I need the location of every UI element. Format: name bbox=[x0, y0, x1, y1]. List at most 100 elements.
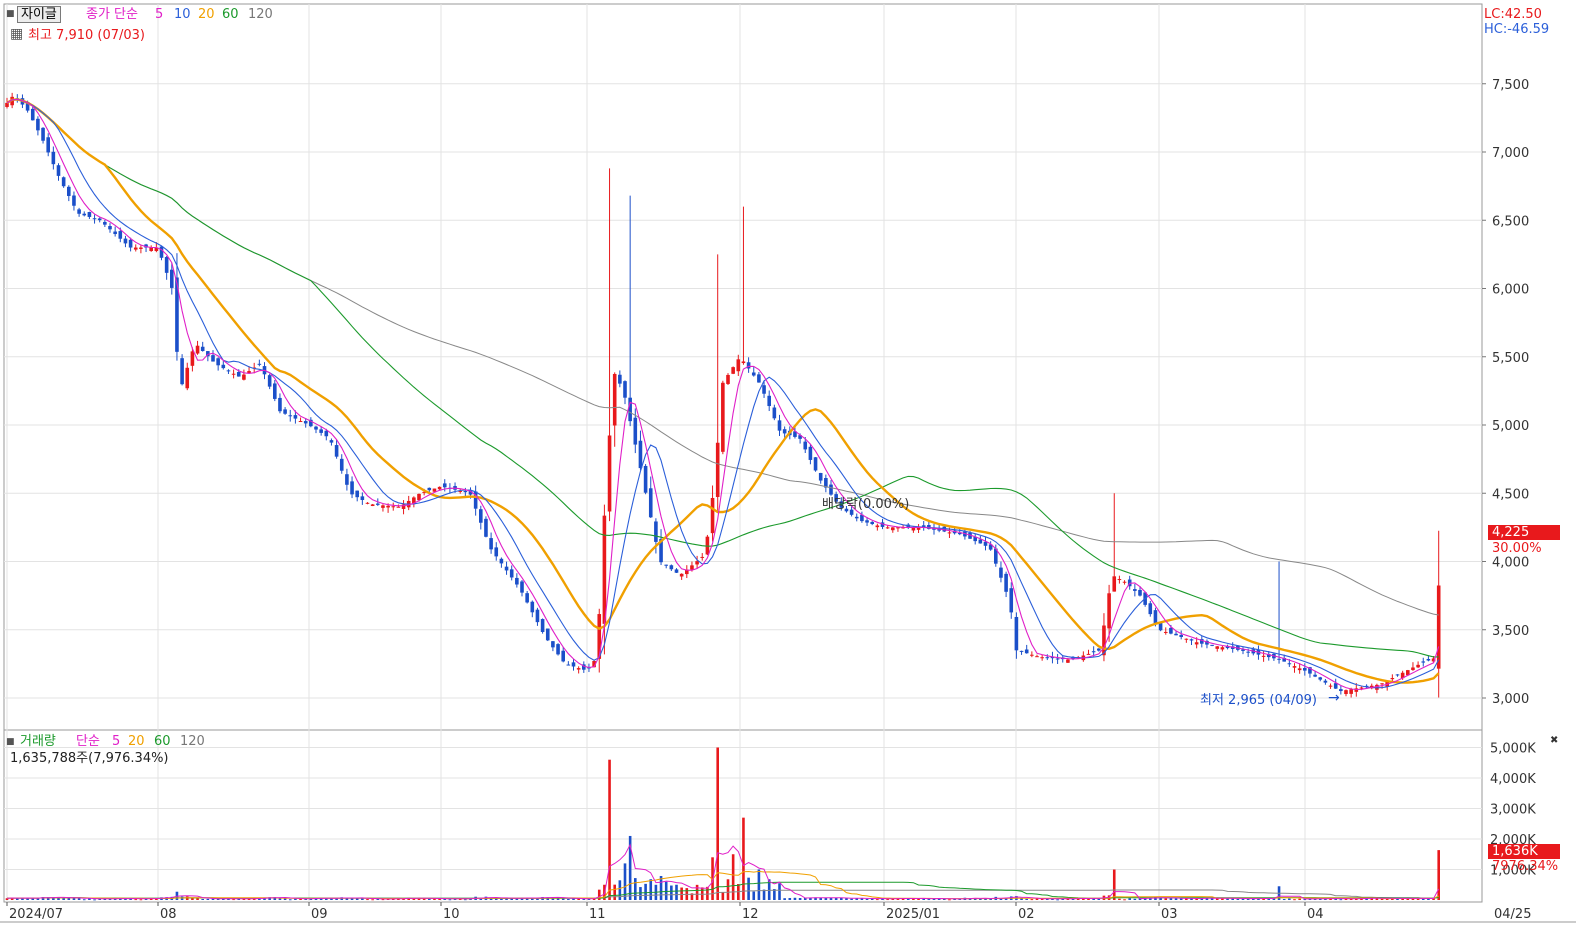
price-tick-label: 3,000 bbox=[1492, 692, 1529, 707]
vol-ma60-label: 60 bbox=[154, 734, 171, 749]
volume-bar bbox=[783, 898, 786, 900]
volume-bar bbox=[649, 879, 653, 900]
time-tick-label: 2025/01 bbox=[886, 907, 940, 922]
time-tick-label: 02 bbox=[1018, 907, 1035, 922]
candle-body bbox=[432, 488, 437, 492]
candle-body bbox=[159, 246, 164, 258]
candle-body bbox=[515, 577, 519, 585]
low-arrow-icon: → bbox=[1328, 690, 1340, 706]
candle-body bbox=[1086, 653, 1091, 655]
candle-body bbox=[200, 346, 205, 351]
candle-body bbox=[1163, 631, 1168, 633]
volume-bar bbox=[500, 898, 503, 900]
candle-body bbox=[1333, 683, 1338, 689]
volume-bar bbox=[742, 817, 745, 900]
volume-bar bbox=[464, 899, 467, 901]
candle-body bbox=[1287, 663, 1292, 665]
volume-bar bbox=[716, 747, 719, 900]
candle-body bbox=[370, 504, 375, 507]
volume-close-icon[interactable]: ✖ bbox=[1550, 733, 1558, 748]
candle-body bbox=[87, 212, 92, 217]
candle-body bbox=[551, 641, 555, 648]
candle-body bbox=[885, 527, 890, 529]
candle-body bbox=[298, 421, 303, 423]
candle-body bbox=[803, 441, 808, 450]
candle-body bbox=[1411, 667, 1415, 671]
candle-body bbox=[293, 415, 298, 419]
volume-bar bbox=[196, 898, 199, 900]
candle-body bbox=[355, 490, 359, 498]
current-change: 30.00% bbox=[1492, 541, 1542, 556]
volume-bar bbox=[1030, 899, 1034, 901]
volume-bar bbox=[1133, 898, 1137, 900]
volume-bar bbox=[1118, 898, 1121, 900]
ma20-label: 20 bbox=[198, 7, 215, 22]
candle-body bbox=[1040, 657, 1044, 659]
candle-body bbox=[602, 515, 607, 624]
volume-bar bbox=[613, 884, 616, 900]
volume-bar bbox=[726, 879, 730, 900]
volume-bar bbox=[834, 897, 838, 900]
candle-body bbox=[1189, 639, 1194, 641]
time-tick-label: 04 bbox=[1307, 907, 1324, 922]
indicator-button[interactable]: 자이글 bbox=[17, 6, 61, 23]
volume-bar bbox=[876, 899, 879, 901]
candle-body bbox=[417, 493, 421, 501]
volume-bar bbox=[448, 899, 452, 901]
candle-body bbox=[1179, 634, 1183, 637]
volume-bar bbox=[366, 899, 369, 901]
volume-bar bbox=[206, 898, 210, 900]
table-icon[interactable]: ▦ bbox=[10, 27, 23, 42]
candle-body bbox=[715, 442, 720, 498]
candle-body bbox=[1117, 579, 1122, 581]
volume-bar bbox=[345, 898, 349, 900]
candle-body bbox=[221, 364, 226, 369]
volume-bar bbox=[948, 899, 951, 901]
candle-body bbox=[1380, 683, 1384, 685]
candle-body bbox=[1184, 638, 1189, 640]
volume-bar bbox=[31, 898, 35, 900]
high-price-label: 최고 7,910 (07/03) bbox=[28, 28, 146, 43]
candle-body bbox=[1436, 585, 1441, 669]
candle-body bbox=[190, 351, 195, 366]
volume-bar bbox=[16, 898, 19, 900]
volume-bar bbox=[675, 884, 678, 900]
candle-body bbox=[149, 247, 153, 252]
candle-body bbox=[1210, 644, 1214, 646]
volume-bar bbox=[139, 899, 143, 901]
ma10-label: 10 bbox=[174, 7, 191, 22]
candle-body bbox=[1416, 664, 1420, 668]
ma5-label: 5 bbox=[155, 7, 164, 22]
candle-body bbox=[607, 435, 612, 512]
candle-body bbox=[216, 358, 220, 366]
candle-body bbox=[1107, 593, 1111, 629]
candle-body bbox=[283, 409, 287, 414]
candle-body bbox=[97, 218, 102, 221]
candle-body bbox=[1122, 581, 1127, 583]
price-panel-toggle[interactable]: ■ bbox=[6, 7, 15, 22]
volume-bar bbox=[72, 898, 76, 900]
candle-body bbox=[721, 382, 725, 452]
candle-body bbox=[329, 440, 334, 443]
price-panel bbox=[3, 3, 1483, 731]
price-tick-label: 5,000 bbox=[1492, 419, 1529, 434]
candle-body bbox=[757, 374, 761, 383]
candle-body bbox=[597, 614, 602, 659]
volume-bar bbox=[376, 899, 380, 901]
candle-body bbox=[303, 421, 308, 424]
candle-body bbox=[381, 505, 385, 508]
volume-bar bbox=[670, 885, 673, 900]
volume-bar bbox=[634, 878, 637, 900]
candle-body bbox=[314, 426, 318, 430]
volume-bar bbox=[1169, 898, 1173, 900]
candle-body bbox=[777, 420, 782, 431]
volume-bar bbox=[788, 897, 792, 900]
candle-body bbox=[30, 108, 35, 121]
candle-body bbox=[1004, 573, 1008, 592]
candle-body bbox=[77, 209, 81, 214]
candle-body bbox=[633, 417, 638, 445]
price-tick-label: 7,500 bbox=[1492, 78, 1529, 93]
candle-body bbox=[170, 269, 174, 288]
volume-panel-toggle[interactable]: ■ bbox=[6, 735, 15, 750]
chart-canvas[interactable]: 3,000 3,500 4,000 4,500 5,000 5,500 6,000 6,500… bbox=[0, 0, 1576, 933]
